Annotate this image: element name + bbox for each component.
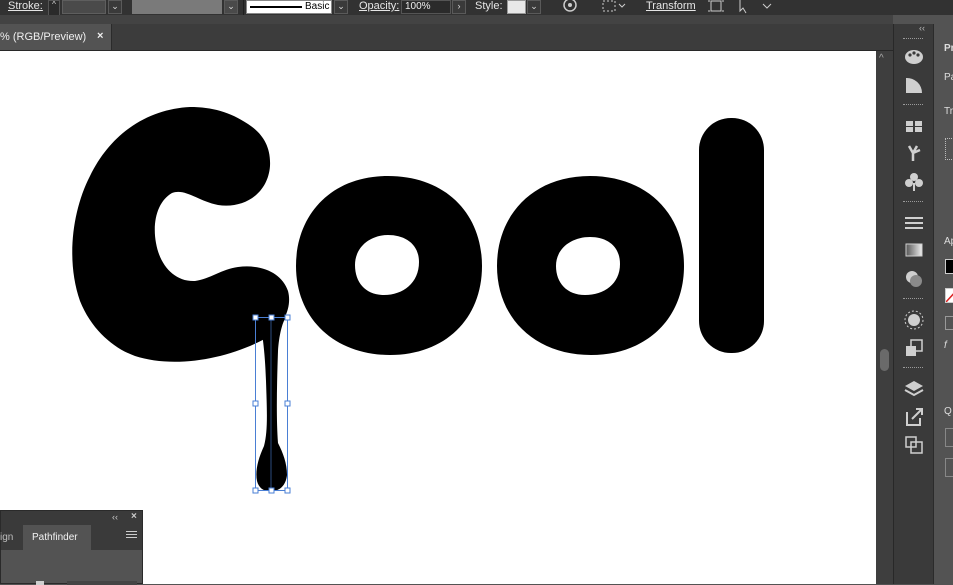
reference-point-icon[interactable] — [945, 138, 953, 160]
quick-action-button[interactable] — [945, 458, 953, 477]
properties-title[interactable]: Pr — [944, 43, 953, 54]
dock-group-grip[interactable] — [903, 104, 923, 107]
control-bar: Stroke: ^ ⌄ ⌄ Basic ⌄ Opacity: 100% › St… — [0, 0, 953, 16]
letter-c[interactable] — [72, 107, 290, 362]
panel-header[interactable]: ‹‹ × — [1, 511, 142, 525]
pathfinder-buttons-row[interactable] — [67, 581, 137, 585]
vertical-scrollbar[interactable]: ^ — [876, 51, 893, 584]
brush-profile-label: Basic — [305, 1, 330, 12]
panel-collapse-button[interactable]: ‹‹ — [112, 512, 118, 522]
quick-action-button[interactable] — [945, 428, 953, 447]
quick-actions-label: Q — [944, 406, 952, 417]
graphic-styles-icon[interactable] — [903, 337, 925, 359]
dock-group-grip[interactable] — [903, 298, 923, 301]
transform-link[interactable]: Transform — [646, 0, 696, 12]
scroll-thumb[interactable] — [880, 349, 889, 371]
color-palette-icon[interactable] — [903, 46, 925, 68]
selection-options-icon[interactable] — [737, 0, 773, 14]
artwork-cool-text[interactable] — [0, 51, 876, 584]
appearance-icon[interactable] — [903, 309, 925, 331]
symbols-icon[interactable] — [903, 171, 925, 193]
appearance-section-label: Ap — [944, 236, 953, 247]
opacity-arrow[interactable]: › — [452, 0, 466, 14]
properties-panel: Pr Pa Tr Ap f Q — [933, 24, 953, 584]
transparency-icon[interactable] — [903, 268, 925, 290]
letter-o-second[interactable] — [497, 176, 684, 355]
document-tab[interactable]: % (RGB/Preview) × — [0, 24, 112, 50]
stroke-weight-dropdown[interactable]: ⌄ — [108, 0, 122, 14]
brush-dropdown[interactable]: ⌄ — [334, 0, 348, 14]
pathfinder-panel: ‹‹ × ign Pathfinder — [0, 510, 143, 585]
shape-mode-button[interactable] — [36, 581, 44, 585]
isolate-icon[interactable] — [707, 0, 725, 14]
letter-l[interactable] — [699, 118, 764, 353]
brush-definition-field[interactable]: Basic — [246, 0, 332, 14]
dock-group-grip[interactable] — [903, 201, 923, 204]
stroke-weight-stepper[interactable]: ^ — [48, 0, 60, 16]
align-to-icon[interactable] — [601, 0, 627, 14]
style-label: Style: — [475, 0, 503, 12]
artboard-canvas[interactable] — [0, 51, 876, 584]
asset-export-icon[interactable] — [903, 406, 925, 428]
document-tab-bar: % (RGB/Preview) × — [0, 24, 893, 51]
toolbar-gap — [0, 15, 893, 24]
variable-width-dropdown[interactable]: ⌄ — [224, 0, 238, 14]
stroke-line-preview — [250, 6, 302, 8]
opacity-icon[interactable] — [945, 316, 953, 330]
dock-collapse-button[interactable]: ‹‹ — [919, 23, 925, 33]
recolor-artwork-icon[interactable] — [561, 0, 579, 14]
artboards-icon[interactable] — [903, 434, 925, 456]
divider — [243, 0, 244, 15]
brushes-icon[interactable] — [903, 142, 925, 164]
color-guide-icon[interactable] — [903, 74, 925, 96]
stroke-weight-field[interactable] — [62, 0, 106, 14]
stroke-icon[interactable] — [903, 212, 925, 234]
graphic-style-swatch[interactable] — [507, 0, 526, 14]
panel-tabs: ign Pathfinder — [0, 525, 142, 550]
letter-o-first[interactable] — [296, 176, 482, 355]
path-label: Pa — [944, 72, 953, 83]
scroll-up-arrow[interactable]: ^ — [879, 53, 884, 64]
close-icon[interactable]: × — [131, 511, 137, 522]
panel-dock: ‹‹ — [893, 23, 933, 584]
swatches-icon[interactable] — [903, 115, 925, 137]
stroke-label: Stroke: — [8, 0, 43, 12]
tab-align[interactable]: ign — [0, 525, 23, 550]
dock-group-grip[interactable] — [903, 38, 923, 41]
panel-menu-icon[interactable] — [126, 531, 137, 540]
drip-shape[interactable] — [256, 317, 287, 492]
opacity-label[interactable]: Opacity: — [359, 0, 399, 12]
document-tab-title: % (RGB/Preview) — [0, 31, 87, 43]
effects-label[interactable]: f — [944, 340, 947, 351]
variable-width-field[interactable] — [132, 0, 222, 14]
tab-pathfinder[interactable]: Pathfinder — [23, 525, 91, 550]
fill-swatch[interactable] — [945, 259, 953, 274]
close-icon[interactable]: × — [97, 30, 103, 42]
dock-group-grip[interactable] — [903, 367, 923, 370]
opacity-field[interactable]: 100% — [401, 0, 451, 14]
stroke-swatch[interactable] — [945, 288, 953, 303]
gradient-icon[interactable] — [903, 239, 925, 261]
layers-icon[interactable] — [903, 378, 925, 400]
style-dropdown[interactable]: ⌄ — [527, 0, 541, 14]
transform-section-label: Tr — [944, 106, 953, 117]
